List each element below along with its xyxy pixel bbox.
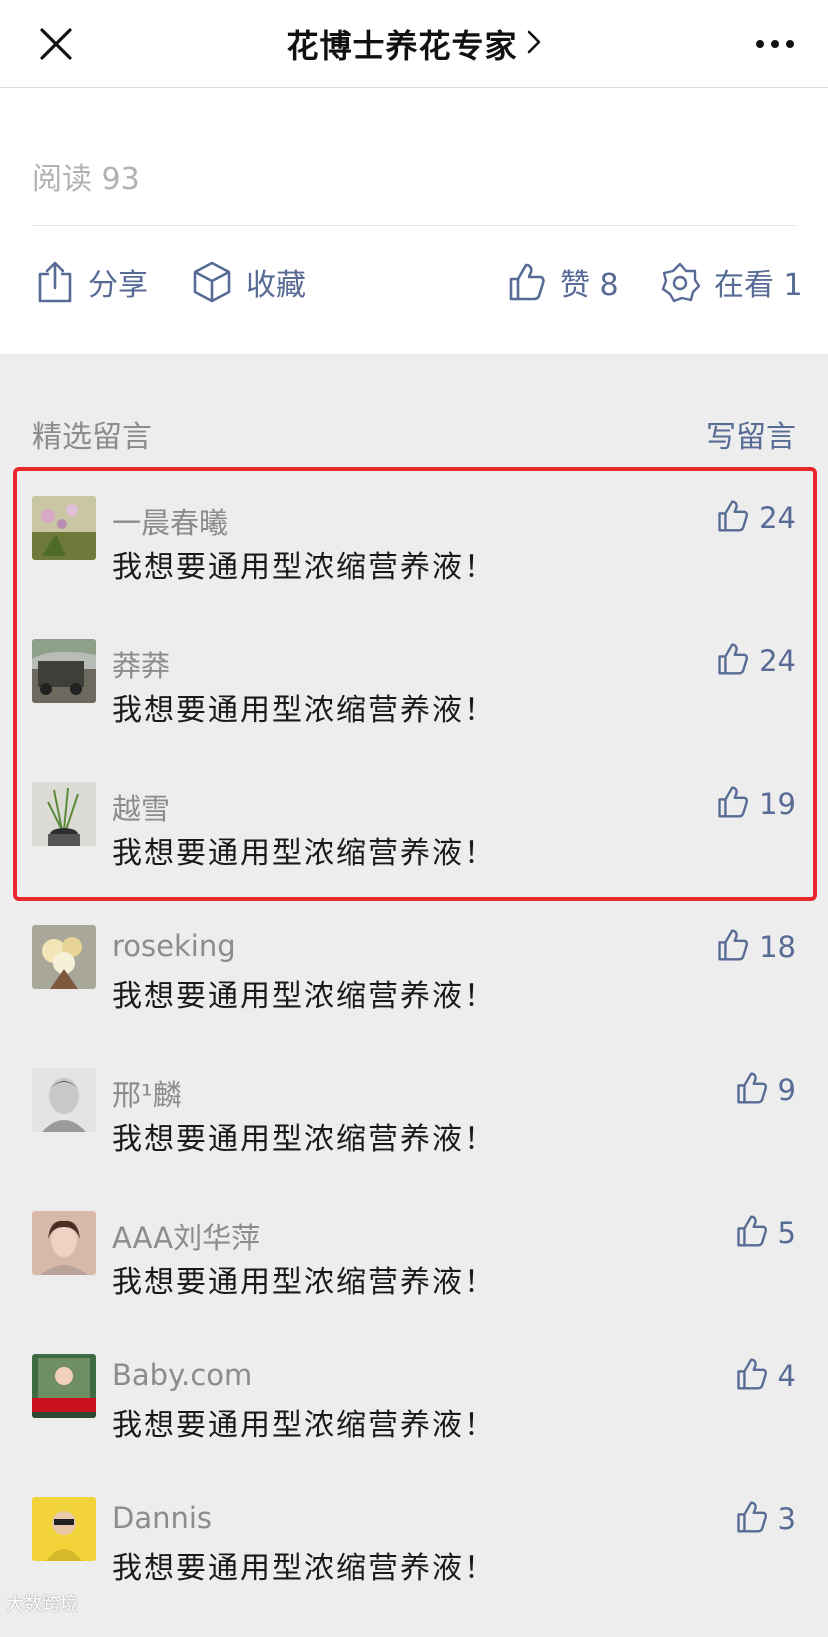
comment-item: AAA刘华萍 我想要通用型浓缩营养液！ 5 bbox=[0, 1211, 828, 1351]
avatar[interactable] bbox=[32, 1354, 96, 1418]
comment-text: 我想要通用型浓缩营养液！ bbox=[112, 550, 496, 585]
share-icon bbox=[36, 260, 74, 304]
comment-text: 我想要通用型浓缩营养液！ bbox=[112, 1551, 496, 1586]
like-count: 24 bbox=[759, 644, 796, 678]
avatar[interactable] bbox=[32, 639, 96, 703]
like-count: 4 bbox=[777, 1359, 796, 1393]
comment-item: 莽莽 我想要通用型浓缩营养液！ 24 bbox=[0, 639, 828, 779]
comment-like-button[interactable]: 18 bbox=[717, 927, 796, 967]
favorite-label: 收藏 bbox=[246, 268, 306, 303]
watching-label: 在看 1 bbox=[714, 268, 803, 303]
favorite-button[interactable]: 收藏 bbox=[192, 256, 306, 308]
commenter-name[interactable]: 邢¹麟 bbox=[112, 1072, 182, 1114]
commenter-name[interactable]: AAA刘华萍 bbox=[112, 1215, 260, 1257]
write-comment-button[interactable]: 写留言 bbox=[706, 412, 796, 456]
avatar[interactable] bbox=[32, 496, 96, 560]
thumbs-up-icon bbox=[717, 928, 749, 966]
commenter-name[interactable]: Baby.com bbox=[112, 1358, 252, 1392]
comment-text: 我想要通用型浓缩营养液！ bbox=[112, 1408, 496, 1443]
cube-icon bbox=[192, 260, 232, 304]
account-title[interactable]: 花博士养花专家 bbox=[286, 21, 517, 67]
like-count: 9 bbox=[777, 1073, 796, 1107]
commenter-name[interactable]: 越雪 bbox=[112, 786, 170, 828]
comment-text: 我想要通用型浓缩营养液！ bbox=[112, 979, 496, 1014]
comment-item: 越雪 我想要通用型浓缩营养液！ 19 bbox=[0, 782, 828, 922]
comment-item: 一晨春曦 我想要通用型浓缩营养液！ 24 bbox=[0, 496, 828, 636]
article-footer: 阅读 93 分享 收藏 赞 8 在看 1 bbox=[0, 88, 828, 354]
comment-like-button[interactable]: 19 bbox=[717, 784, 796, 824]
comment-like-button[interactable]: 9 bbox=[736, 1070, 796, 1110]
share-button[interactable]: 分享 bbox=[36, 256, 148, 308]
more-dots-icon[interactable] bbox=[752, 28, 798, 60]
avatar[interactable] bbox=[32, 1211, 96, 1275]
commenter-name[interactable]: 莽莽 bbox=[112, 643, 170, 685]
comments-header: 精选留言 写留言 bbox=[32, 408, 796, 458]
thumbs-up-icon bbox=[717, 642, 749, 680]
avatar[interactable] bbox=[32, 925, 96, 989]
like-count: 3 bbox=[777, 1502, 796, 1536]
commenter-name[interactable]: roseking bbox=[112, 929, 236, 963]
comment-item: 邢¹麟 我想要通用型浓缩营养液！ 9 bbox=[0, 1068, 828, 1208]
thumbs-up-icon bbox=[736, 1357, 768, 1395]
avatar[interactable] bbox=[32, 782, 96, 846]
top-navigation-bar: 花博士养花专家 bbox=[0, 0, 828, 88]
comment-text: 我想要通用型浓缩营养液！ bbox=[112, 693, 496, 728]
commenter-name[interactable]: Dannis bbox=[112, 1501, 212, 1535]
comment-text: 我想要通用型浓缩营养液！ bbox=[112, 1265, 496, 1300]
like-label: 赞 8 bbox=[560, 268, 619, 303]
comment-item: Dannis 我想要通用型浓缩营养液！ 3 bbox=[0, 1497, 828, 1637]
like-button[interactable]: 赞 8 bbox=[508, 256, 619, 308]
watermark: 大数跨境 bbox=[6, 1594, 78, 1615]
comment-like-button[interactable]: 3 bbox=[736, 1499, 796, 1539]
comment-text: 我想要通用型浓缩营养液！ bbox=[112, 836, 496, 871]
flower-icon bbox=[660, 261, 700, 303]
account-title-link[interactable]: 花博士养花专家 bbox=[0, 0, 828, 88]
comment-text: 我想要通用型浓缩营养液！ bbox=[112, 1122, 496, 1157]
thumbs-up-icon bbox=[736, 1214, 768, 1252]
commenter-name[interactable]: 一晨春曦 bbox=[112, 500, 228, 542]
thumbs-up-icon bbox=[736, 1500, 768, 1538]
comments-section-title: 精选留言 bbox=[32, 420, 152, 455]
avatar[interactable] bbox=[32, 1068, 96, 1132]
thumbs-up-icon bbox=[508, 262, 546, 302]
like-count: 18 bbox=[759, 930, 796, 964]
thumbs-up-icon bbox=[736, 1071, 768, 1109]
thumbs-up-icon bbox=[717, 785, 749, 823]
like-count: 24 bbox=[759, 501, 796, 535]
comment-like-button[interactable]: 24 bbox=[717, 498, 796, 538]
comment-like-button[interactable]: 24 bbox=[717, 641, 796, 681]
comment-like-button[interactable]: 5 bbox=[736, 1213, 796, 1253]
comment-item: roseking 我想要通用型浓缩营养液！ 18 bbox=[0, 925, 828, 1065]
like-count: 5 bbox=[777, 1216, 796, 1250]
watching-button[interactable]: 在看 1 bbox=[660, 256, 803, 308]
avatar[interactable] bbox=[32, 1497, 96, 1561]
share-label: 分享 bbox=[88, 268, 148, 303]
chevron-right-icon bbox=[526, 28, 542, 60]
comment-item: Baby.com 我想要通用型浓缩营养液！ 4 bbox=[0, 1354, 828, 1494]
thumbs-up-icon bbox=[717, 499, 749, 537]
like-count: 19 bbox=[759, 787, 796, 821]
read-count: 阅读 93 bbox=[32, 162, 140, 197]
divider bbox=[32, 225, 796, 226]
comment-like-button[interactable]: 4 bbox=[736, 1356, 796, 1396]
